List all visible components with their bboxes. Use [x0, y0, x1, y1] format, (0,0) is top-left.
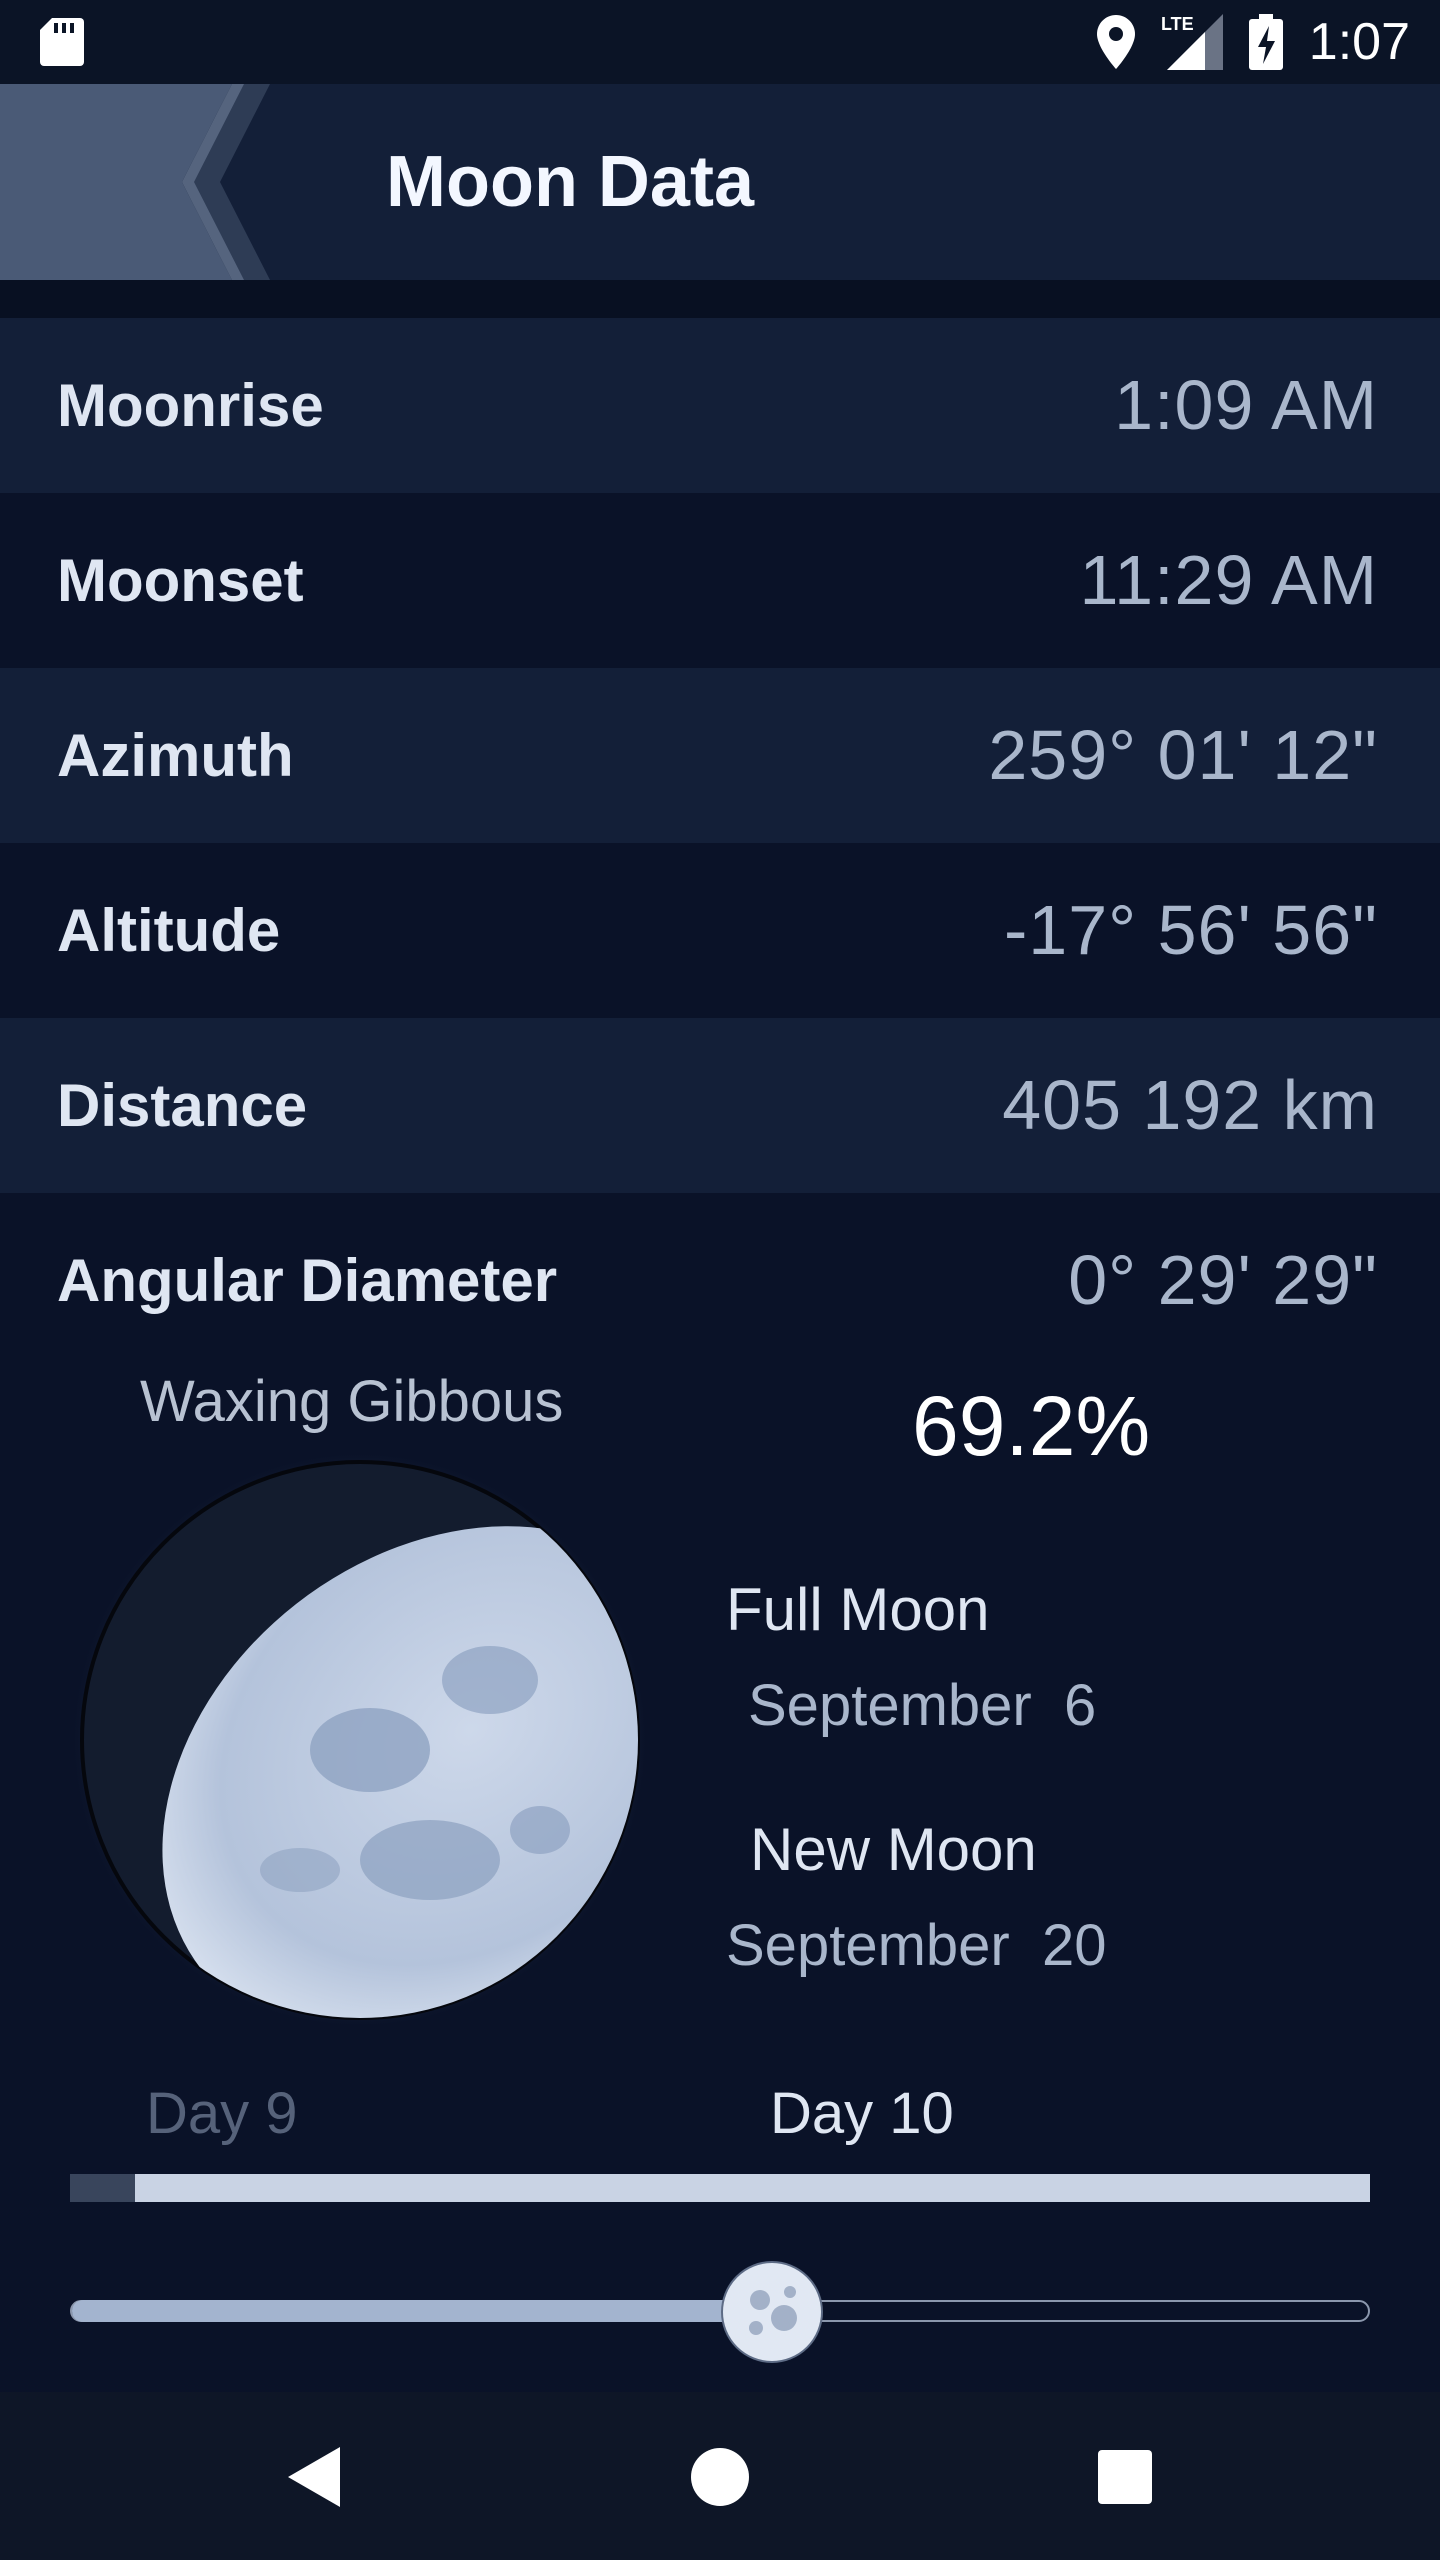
row-label: Angular Diameter — [57, 1247, 558, 1314]
row-moonrise: Moonrise 1:09 AM — [0, 318, 1440, 493]
battery-charging-icon — [1248, 14, 1283, 70]
row-value: 1:09 AM — [1114, 366, 1378, 444]
app-bar: Moon Data — [0, 84, 1440, 280]
row-azimuth: Azimuth 259° 01' 12" — [0, 668, 1440, 843]
lte-label: LTE — [1161, 14, 1194, 34]
row-angular-diameter: Angular Diameter 0° 29' 29" — [0, 1193, 1440, 1368]
row-value: -17° 56' 56" — [1004, 891, 1378, 969]
row-value: 259° 01' 12" — [988, 716, 1378, 794]
app-bar-divider — [0, 280, 1440, 318]
recents-square-icon[interactable] — [1080, 2432, 1170, 2522]
back-triangle-icon[interactable] — [270, 2432, 360, 2522]
day-progress-remaining — [70, 2174, 135, 2202]
row-distance: Distance 405 192 km — [0, 1018, 1440, 1193]
moon-slider-thumb-icon[interactable] — [720, 2260, 824, 2364]
full-moon-date: September 6 — [748, 1673, 1097, 1738]
row-label: Moonset — [57, 547, 304, 614]
illumination-percent: 69.2% — [912, 1379, 1151, 1473]
row-label: Moonrise — [57, 372, 324, 439]
sd-card-icon — [40, 18, 84, 66]
system-nav-bar — [0, 2392, 1440, 2560]
location-icon — [1096, 15, 1135, 69]
home-circle-icon[interactable] — [675, 2432, 765, 2522]
new-moon-label: New Moon — [750, 1816, 1037, 1883]
row-value: 11:29 AM — [1079, 541, 1378, 619]
day-slider-fill — [72, 2300, 774, 2322]
new-moon-date: September 20 — [726, 1913, 1107, 1978]
back-chevron-icon[interactable] — [0, 84, 270, 280]
previous-day-label[interactable]: Day 9 — [146, 2080, 298, 2147]
row-label: Azimuth — [57, 722, 294, 789]
row-label: Altitude — [57, 897, 281, 964]
row-label: Distance — [57, 1072, 308, 1139]
row-value: 0° 29' 29" — [1068, 1241, 1378, 1319]
day-progress-bar — [70, 2174, 1370, 2202]
row-altitude: Altitude -17° 56' 56" — [0, 843, 1440, 1018]
phase-name: Waxing Gibbous — [140, 1369, 564, 1434]
row-value: 405 192 km — [1002, 1066, 1378, 1144]
status-bar: LTE 1:07 — [0, 0, 1440, 84]
status-time: 1:07 — [1308, 13, 1410, 71]
moon-data-list: Moonrise 1:09 AM Moonset 11:29 AM Azimut… — [0, 318, 1440, 1368]
lte-signal-icon: LTE — [1161, 14, 1223, 70]
current-day-label: Day 10 — [770, 2081, 954, 2146]
moon-phase-icon — [70, 1450, 650, 2030]
row-moonset: Moonset 11:29 AM — [0, 493, 1440, 668]
full-moon-label: Full Moon — [726, 1576, 990, 1643]
page-title: Moon Data — [386, 142, 754, 222]
